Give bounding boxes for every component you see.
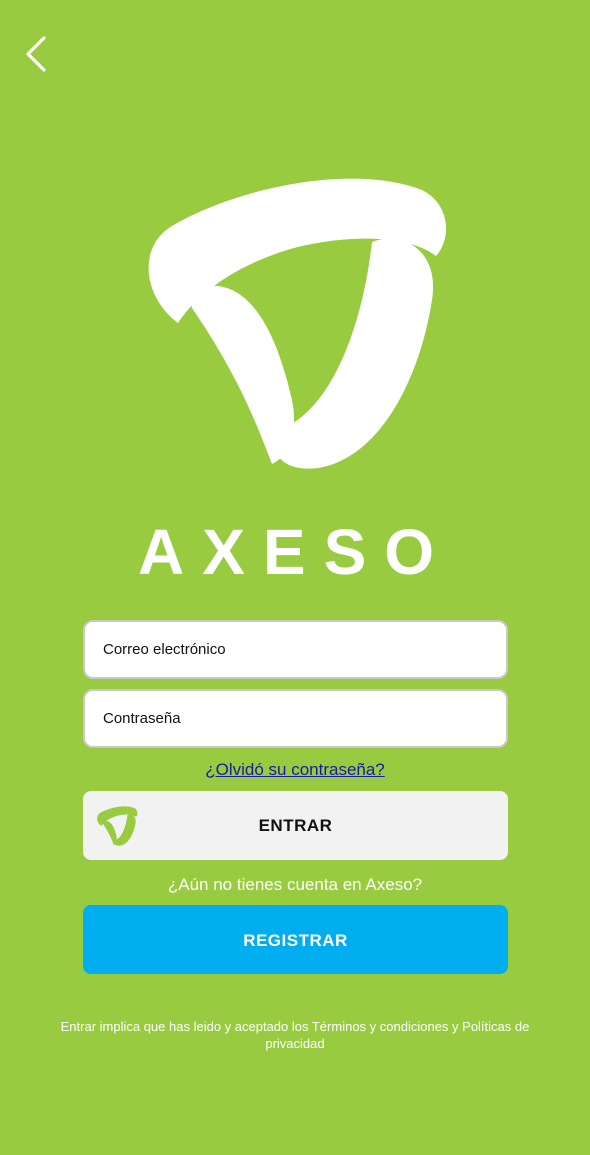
brand-wordmark: AXESO	[138, 516, 452, 588]
legal-text: Entrar implica que has leido y aceptado …	[60, 1019, 530, 1051]
login-button-label: ENTRAR	[258, 816, 333, 835]
back-button[interactable]	[14, 28, 58, 80]
chevron-left-icon	[26, 36, 46, 72]
brand-name: AXESO	[138, 516, 452, 588]
login-screen: AXESO ¿Olvidó su contraseña? ENTRAR ¿Aún…	[0, 0, 590, 1155]
login-button[interactable]: ENTRAR	[83, 791, 508, 860]
axeso-logo-icon	[148, 178, 447, 469]
no-account-text: ¿Aún no tienes cuenta en Axeso?	[167, 875, 423, 894]
password-field[interactable]	[83, 689, 508, 748]
forgot-password-link[interactable]: ¿Olvidó su contraseña?	[0, 760, 590, 780]
register-button[interactable]: REGISTRAR	[83, 905, 508, 974]
email-field[interactable]	[83, 620, 508, 679]
